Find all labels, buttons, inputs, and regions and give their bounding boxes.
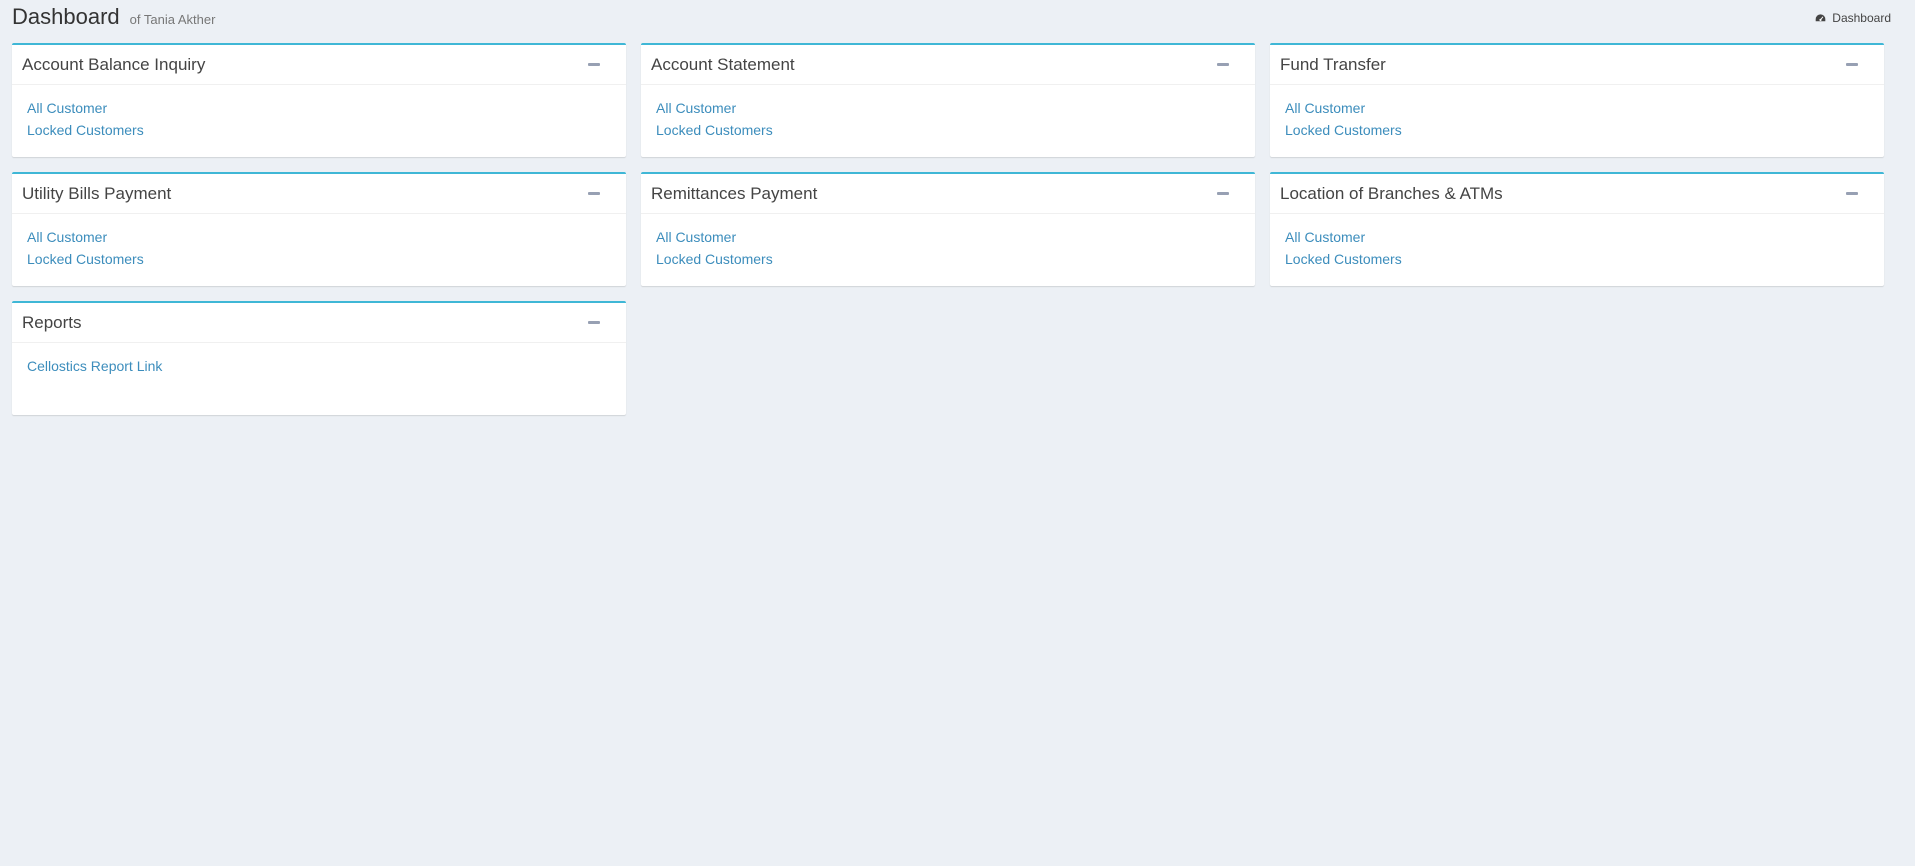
box-header: Remittances Payment xyxy=(641,174,1255,214)
box-link[interactable]: Locked Customers xyxy=(1285,119,1869,141)
box-header: Reports xyxy=(12,303,626,343)
collapse-button[interactable] xyxy=(582,53,606,77)
dashboard-icon xyxy=(1815,13,1826,24)
box-body: All Customer Locked Customers xyxy=(641,85,1255,141)
collapse-button[interactable] xyxy=(1211,53,1235,77)
page-title: Dashboard xyxy=(12,4,120,29)
box-panel: Utility Bills Payment All Customer Locked … xyxy=(12,172,626,286)
box-header: Fund Transfer xyxy=(1270,45,1884,85)
collapse-button[interactable] xyxy=(1211,182,1235,206)
collapse-button[interactable] xyxy=(582,182,606,206)
box-header: Account Balance Inquiry xyxy=(12,45,626,85)
box-link[interactable]: All Customer xyxy=(656,97,1240,119)
breadcrumb-label: Dashboard xyxy=(1832,11,1891,25)
box-body: All Customer Locked Customers xyxy=(1270,214,1884,270)
box-header: Location of Branches & ATMs xyxy=(1270,174,1884,214)
box-title: Location of Branches & ATMs xyxy=(1280,183,1503,203)
dashboard-page: Dashboard of Tania Akther Dashboard Acco… xyxy=(0,0,1915,866)
page-header: Dashboard of Tania Akther xyxy=(12,4,215,32)
breadcrumb[interactable]: Dashboard xyxy=(1815,11,1891,25)
box-link[interactable]: All Customer xyxy=(1285,97,1869,119)
collapse-button[interactable] xyxy=(582,311,606,335)
box-body: All Customer Locked Customers xyxy=(12,85,626,141)
box-panel: Account Statement All Customer Locked Cust… xyxy=(641,43,1255,157)
minus-icon xyxy=(588,321,600,324)
minus-icon xyxy=(1846,63,1858,66)
minus-icon xyxy=(1217,63,1229,66)
box-title: Account Statement xyxy=(651,54,795,74)
box-body: All Customer Locked Customers xyxy=(12,214,626,270)
box-panel: Account Balance Inquiry All Customer Locke… xyxy=(12,43,626,157)
box-body: All Customer Locked Customers xyxy=(1270,85,1884,141)
box-link[interactable]: Locked Customers xyxy=(1285,248,1869,270)
box-panel: Reports Cellostics Report Link xyxy=(12,301,626,415)
box-title: Fund Transfer xyxy=(1280,54,1386,74)
collapse-button[interactable] xyxy=(1840,53,1864,77)
minus-icon xyxy=(1846,192,1858,195)
box-link[interactable]: Locked Customers xyxy=(27,248,611,270)
collapse-button[interactable] xyxy=(1840,182,1864,206)
minus-icon xyxy=(588,63,600,66)
box-link[interactable]: Locked Customers xyxy=(656,248,1240,270)
box-body: Cellostics Report Link xyxy=(12,343,626,377)
box-title: Account Balance Inquiry xyxy=(22,54,206,74)
box-panel: Remittances Payment All Customer Locked Cu… xyxy=(641,172,1255,286)
box-link[interactable]: All Customer xyxy=(1285,226,1869,248)
box-panel: Fund Transfer All Customer Locked Customer… xyxy=(1270,43,1884,157)
box-link[interactable]: Cellostics Report Link xyxy=(27,355,611,377)
box-link[interactable]: Locked Customers xyxy=(27,119,611,141)
box-link[interactable]: All Customer xyxy=(27,97,611,119)
box-panel: Location of Branches & ATMs All Customer L… xyxy=(1270,172,1884,286)
box-link[interactable]: All Customer xyxy=(656,226,1240,248)
dashboard-grid: Account Balance Inquiry All Customer Locke… xyxy=(12,43,1885,415)
box-link[interactable]: Locked Customers xyxy=(656,119,1240,141)
box-link[interactable]: All Customer xyxy=(27,226,611,248)
box-title: Remittances Payment xyxy=(651,183,818,203)
box-title: Reports xyxy=(22,312,82,332)
box-header: Account Statement xyxy=(641,45,1255,85)
box-title: Utility Bills Payment xyxy=(22,183,172,203)
minus-icon xyxy=(588,192,600,195)
page-subtitle: of Tania Akther xyxy=(129,12,216,27)
box-body: All Customer Locked Customers xyxy=(641,214,1255,270)
box-header: Utility Bills Payment xyxy=(12,174,626,214)
minus-icon xyxy=(1217,192,1229,195)
